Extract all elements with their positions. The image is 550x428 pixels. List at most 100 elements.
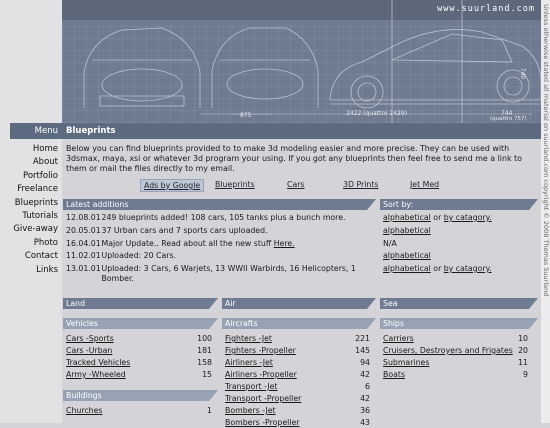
category-link[interactable]: Tracked Vehicles: [66, 358, 130, 367]
category-link[interactable]: Submarines: [383, 358, 429, 367]
list-item: 12.08.01 249 blueprints added! 108 cars,…: [66, 213, 376, 223]
menu-item-freelance[interactable]: Freelance: [0, 183, 58, 196]
list-item: Fighters -Propeller: [225, 346, 296, 356]
blueprints-link[interactable]: Blueprints: [215, 180, 255, 189]
latest-additions-heading: Latest additions: [63, 199, 376, 210]
news-date: 13.01.01: [66, 264, 101, 273]
category-link[interactable]: Boats: [383, 370, 405, 379]
sort-alphabetical-link[interactable]: alphabetical: [383, 264, 431, 273]
sort-alphabetical-link[interactable]: alphabetical: [383, 226, 431, 235]
dimension-label: 875: [240, 112, 252, 119]
aircrafts-heading: Aircrafts: [222, 318, 376, 329]
page-title: Blueprints: [62, 123, 541, 139]
category-link[interactable]: Transport -Jet: [225, 382, 277, 391]
menu-item-about[interactable]: About: [0, 156, 58, 169]
category-count: 11: [518, 358, 528, 367]
dimension-label: 2422 (quattro 2429): [346, 110, 408, 117]
news-text: 37 Urban cars and 7 sports cars uploaded…: [101, 226, 268, 235]
sort-alphabetical-link[interactable]: alphabetical: [383, 213, 431, 222]
link-row: Ads by Google Blueprints Cars 3D Prints …: [140, 179, 460, 192]
list-item: 13.01.01 Uploaded: 3 Cars, 6 Warjets, 13…: [66, 264, 376, 284]
list-item: Airliners -Propeller: [225, 370, 297, 380]
sort-row: alphabetical or by catagory.: [383, 264, 492, 274]
main-menu: Home About Portfolio Freelance Blueprint…: [0, 143, 58, 277]
category-link[interactable]: Carriers: [383, 334, 414, 343]
sort-row: N/A: [383, 239, 397, 249]
news-date: 11.02.01: [66, 251, 101, 260]
news-text: Major Update.. Read about all the new st…: [101, 239, 274, 248]
category-count: 100: [197, 334, 212, 343]
category-link[interactable]: Bombers -Jet: [225, 406, 276, 415]
list-item: 16.04.01 Major Update.. Read about all t…: [66, 239, 376, 249]
news-here-link[interactable]: Here.: [274, 239, 295, 248]
category-count: 181: [197, 346, 212, 355]
list-item: Fighters -Jet: [225, 334, 272, 344]
menu-item-portfolio[interactable]: Portfolio: [0, 170, 58, 183]
blueprint-car-drawing: [83, 0, 541, 123]
news-text-wrap: Major Update.. Read about all the new st…: [101, 239, 373, 249]
menu-item-tutorials[interactable]: Tutorials: [0, 210, 58, 223]
category-link[interactable]: Churches: [66, 406, 102, 415]
category-link[interactable]: Transport -Propeller: [225, 394, 301, 403]
list-item: Cruisers, Destroyers and Frigates: [383, 346, 513, 356]
jet-med-link[interactable]: Jet Med: [410, 180, 439, 189]
menu-item-photo[interactable]: Photo: [0, 237, 58, 250]
list-item: Airliners -Jet: [225, 358, 273, 368]
category-count: 42: [360, 370, 370, 379]
category-link[interactable]: Fighters -Jet: [225, 334, 272, 343]
air-heading: Air: [222, 298, 376, 309]
category-link[interactable]: Cars -Sports: [66, 334, 114, 343]
category-count: 36: [360, 406, 370, 415]
list-item: Cars -Sports: [66, 334, 114, 344]
news-text: 249 blueprints added! 108 cars, 105 tank…: [101, 213, 346, 222]
sort-or: or: [430, 213, 444, 222]
category-count: 94: [360, 358, 370, 367]
sort-na: N/A: [383, 239, 397, 248]
sort-or: or: [430, 264, 444, 273]
category-count: 43: [360, 418, 370, 427]
list-item: Army -Wheeled: [66, 370, 126, 380]
category-link[interactable]: Cars -Urban: [66, 346, 112, 355]
menu-item-home[interactable]: Home: [0, 143, 58, 156]
sort-by-heading: Sort by:: [380, 199, 538, 210]
3d-prints-link[interactable]: 3D Prints: [343, 180, 378, 189]
category-link[interactable]: Cruisers, Destroyers and Frigates: [383, 346, 513, 355]
category-count: 1: [207, 406, 212, 415]
category-count: 15: [202, 370, 212, 379]
copyright-vertical: Unless otherwise stated all material on …: [541, 0, 550, 423]
intro-text: Below you can find blueprints provided t…: [66, 144, 522, 173]
list-item: Cars -Urban: [66, 346, 112, 356]
menu-item-give-away[interactable]: Give-away: [0, 223, 58, 236]
list-item: Churches: [66, 406, 102, 416]
dimension-label: 740: [519, 67, 527, 80]
category-count: 158: [197, 358, 212, 367]
category-link[interactable]: Army -Wheeled: [66, 370, 126, 379]
cars-link[interactable]: Cars: [287, 180, 305, 189]
menu-item-links[interactable]: Links: [0, 264, 58, 277]
list-item: Carriers: [383, 334, 414, 344]
news-text: Uploaded: 20 Cars.: [101, 251, 177, 260]
sort-row: alphabetical: [383, 226, 431, 236]
category-link[interactable]: Airliners -Jet: [225, 358, 273, 367]
list-item: 11.02.01 Uploaded: 20 Cars.: [66, 251, 376, 261]
menu-title: Menu: [10, 123, 62, 139]
list-item: Bombers -Propeller: [225, 418, 299, 428]
category-link[interactable]: Fighters -Propeller: [225, 346, 296, 355]
vehicles-heading: Vehicles: [63, 318, 218, 329]
category-count: 42: [360, 394, 370, 403]
category-link[interactable]: Airliners -Propeller: [225, 370, 297, 379]
category-count: 145: [355, 346, 370, 355]
sort-category-link[interactable]: by catagory.: [444, 264, 492, 273]
news-date: 12.08.01: [66, 213, 101, 222]
menu-item-contact[interactable]: Contact: [0, 250, 58, 263]
sort-row: alphabetical or by catagory.: [383, 213, 492, 223]
ads-by-google-link[interactable]: Ads by Google: [140, 179, 205, 192]
sort-category-link[interactable]: by catagory.: [444, 213, 492, 222]
sort-alphabetical-link[interactable]: alphabetical: [383, 251, 431, 260]
dimension-label: (quattro 757): [490, 116, 527, 122]
list-item: 20.05.01 37 Urban cars and 7 sports cars…: [66, 226, 376, 236]
category-count: 221: [355, 334, 370, 343]
news-text: Uploaded: 3 Cars, 6 Warjets, 13 WWII War…: [101, 264, 356, 283]
land-heading: Land: [63, 298, 218, 309]
menu-item-blueprints[interactable]: Blueprints: [0, 197, 58, 210]
